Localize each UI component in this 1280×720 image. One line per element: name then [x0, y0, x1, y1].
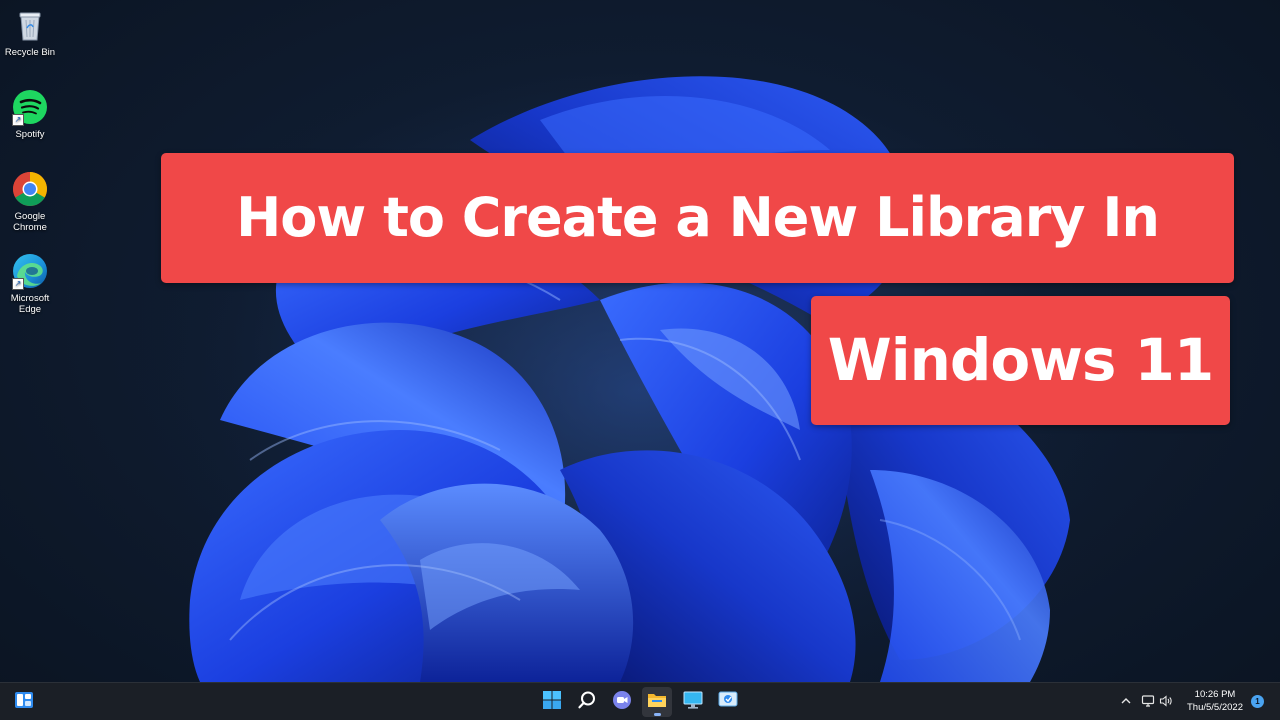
widgets-button[interactable]	[9, 687, 39, 717]
show-hidden-icons-button[interactable]	[1117, 691, 1135, 713]
desktop-icon-chrome[interactable]: Google Chrome	[0, 170, 60, 233]
desktop-icon-recycle-bin[interactable]: Recycle Bin	[0, 6, 60, 58]
network-button[interactable]	[1139, 691, 1157, 713]
teams-chat-icon	[611, 689, 633, 716]
chrome-icon	[11, 170, 49, 208]
chevron-up-icon	[1120, 695, 1132, 710]
search-button[interactable]	[572, 687, 602, 717]
title-banner-line-2: Windows 11	[811, 296, 1230, 425]
notification-badge[interactable]: 1	[1251, 695, 1264, 708]
search-icon	[577, 690, 597, 715]
network-icon	[1141, 694, 1155, 711]
desktop-monitor-icon	[682, 689, 704, 716]
desktop-icon-label: Spotify	[15, 129, 45, 140]
control-panel-button[interactable]	[713, 687, 743, 717]
file-explorer-icon	[646, 689, 668, 716]
desktop-app-button[interactable]	[678, 687, 708, 717]
widgets-icon	[13, 689, 35, 716]
edge-icon: ↗	[11, 252, 49, 290]
desktop-icon-spotify[interactable]: ↗ Spotify	[0, 88, 60, 140]
clock-time: 10:26 PM	[1194, 689, 1236, 700]
title-banner-line-1: How to Create a New Library In	[161, 153, 1234, 283]
clock-date: Thu/5/5/2022	[1187, 702, 1243, 713]
clock[interactable]: 10:26 PM Thu/5/5/2022	[1178, 688, 1252, 714]
start-icon	[542, 690, 562, 715]
shortcut-arrow-icon: ↗	[12, 278, 24, 290]
desktop-icon-label: Recycle Bin	[4, 47, 56, 58]
control-panel-icon	[717, 689, 739, 716]
desktop-icon-label: Google Chrome	[13, 211, 47, 233]
taskbar: 10:26 PM Thu/5/5/2022 1	[0, 682, 1280, 720]
desktop-icon-edge[interactable]: ↗ Microsoft Edge	[0, 252, 60, 315]
desktop: Recycle Bin ↗ Spotify Google Chrome ↗ Mi…	[0, 0, 1280, 720]
file-explorer-button[interactable]	[642, 687, 672, 717]
spotify-icon: ↗	[11, 88, 49, 126]
active-indicator	[654, 713, 661, 716]
shortcut-arrow-icon: ↗	[12, 114, 24, 126]
chat-button[interactable]	[607, 687, 637, 717]
volume-button[interactable]	[1157, 691, 1175, 713]
start-button[interactable]	[537, 687, 567, 717]
recycle-bin-icon	[11, 6, 49, 44]
desktop-icon-label: Microsoft Edge	[10, 293, 50, 315]
speaker-icon	[1159, 694, 1173, 711]
